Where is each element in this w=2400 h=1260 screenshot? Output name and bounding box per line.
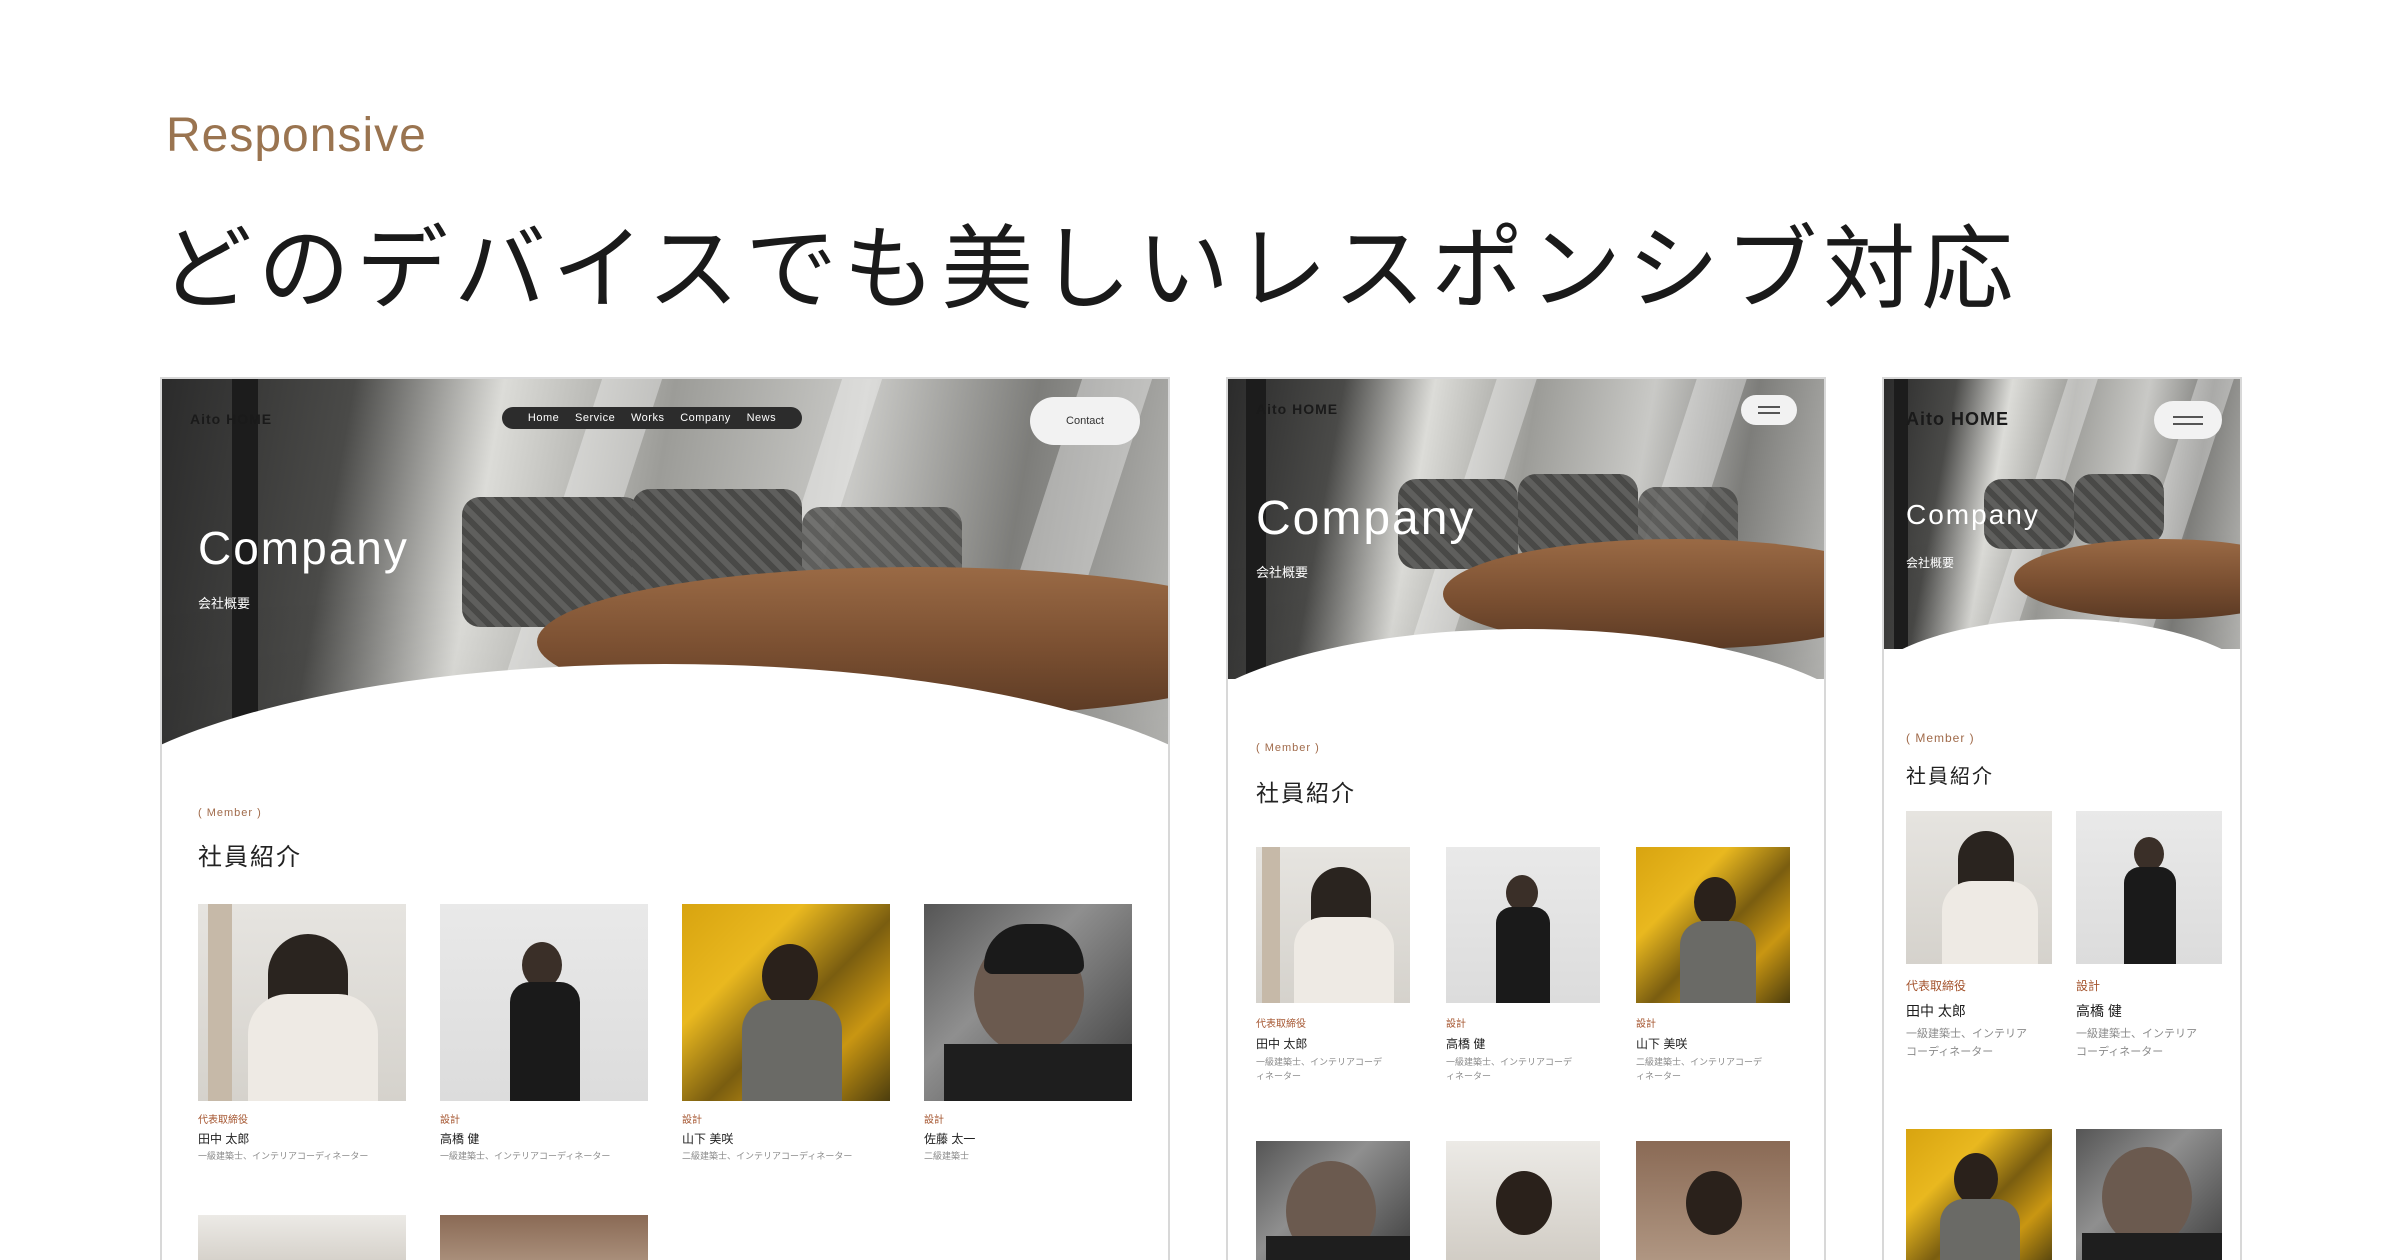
member-photo — [682, 904, 890, 1101]
member-card[interactable] — [1906, 1129, 2052, 1260]
member-role: 代表取締役 — [198, 1115, 248, 1126]
member-card[interactable]: 設計 高橋 健 一級建築士、インテリアコーディネーター — [440, 904, 648, 1174]
member-name: 佐藤 太一 — [924, 1132, 976, 1146]
hero-subtitle: 会社概要 — [1906, 556, 1955, 570]
nav-news[interactable]: News — [747, 412, 777, 424]
member-photo — [924, 904, 1132, 1101]
member-photo — [1446, 847, 1600, 1003]
member-card[interactable] — [1256, 1141, 1410, 1260]
member-name: 高橋 健 — [1446, 1037, 1486, 1051]
member-photo — [198, 1215, 406, 1260]
hero-title: Company — [1256, 492, 1476, 545]
member-name: 高橋 健 — [440, 1132, 480, 1146]
member-photo — [1256, 1141, 1410, 1260]
member-desc: コーディネーター — [1906, 1046, 1994, 1058]
member-photo — [1636, 1141, 1790, 1260]
member-card[interactable] — [440, 1215, 648, 1260]
member-card[interactable] — [1446, 1141, 1600, 1260]
site-logo[interactable]: Aito HOME — [190, 411, 272, 427]
hero-subtitle: 会社概要 — [1256, 565, 1309, 580]
contact-button[interactable]: Contact — [1030, 397, 1140, 445]
member-photo — [1906, 1129, 2052, 1260]
member-role: 設計 — [924, 1115, 944, 1126]
member-role: 設計 — [682, 1115, 702, 1126]
desktop-mockup: Aito HOME Home Service Works Company New… — [160, 377, 1170, 1260]
member-desc: 一級建築士、インテリアコーディネーター — [198, 1151, 369, 1161]
member-card[interactable]: 設計 山下 美咲 二級建築士、インテリアコーディネーター — [682, 904, 890, 1174]
menu-icon — [2173, 423, 2203, 425]
member-role: 設計 — [2076, 979, 2101, 993]
member-desc: ィネーター — [1256, 1071, 1302, 1081]
member-role: 設計 — [440, 1115, 460, 1126]
member-desc: 一級建築士、インテリアコーディネーター — [440, 1151, 611, 1161]
nav-pill: Home Service Works Company News — [502, 407, 802, 429]
member-photo — [1906, 811, 2052, 964]
site-logo[interactable]: Aito HOME — [1256, 401, 1338, 417]
nav-service[interactable]: Service — [575, 412, 615, 424]
member-role: 設計 — [1636, 1019, 1656, 1030]
hero-subtitle: 会社概要 — [198, 596, 251, 611]
member-photo — [1446, 1141, 1600, 1260]
site-logo[interactable]: Aito HOME — [1906, 409, 2009, 430]
eyebrow-label: Responsive — [166, 109, 427, 162]
member-photo — [198, 904, 406, 1101]
member-photo — [440, 904, 648, 1101]
member-name: 山下 美咲 — [682, 1132, 734, 1146]
nav-home[interactable]: Home — [528, 412, 559, 424]
member-card[interactable]: 設計 佐藤 太一 二級建築士 — [924, 904, 1132, 1174]
member-name: 田中 太郎 — [1906, 1003, 1966, 1019]
member-desc: コーディネーター — [2076, 1046, 2164, 1058]
section-title: 社員紹介 — [1256, 781, 1356, 807]
member-photo — [1256, 847, 1410, 1003]
member-desc: 一級建築士、インテリア — [2076, 1028, 2197, 1040]
member-card[interactable] — [198, 1215, 406, 1260]
member-name: 山下 美咲 — [1636, 1037, 1688, 1051]
member-photo — [1636, 847, 1790, 1003]
tablet-mockup: Aito HOME Company 会社概要 ( Member ) 社員紹介 代… — [1226, 377, 1826, 1260]
member-card[interactable] — [2076, 1129, 2222, 1260]
section-label: ( Member ) — [1906, 731, 1975, 745]
member-name: 田中 太郎 — [198, 1132, 250, 1146]
member-desc: 二級建築士、インテリアコーディネーター — [682, 1151, 853, 1161]
member-desc: ィネーター — [1446, 1071, 1492, 1081]
member-photo — [2076, 1129, 2222, 1260]
member-photo — [440, 1215, 648, 1260]
member-desc: 二級建築士 — [924, 1151, 970, 1161]
member-card[interactable]: 代表取締役 田中 太郎 一級建築士、インテリアコーデ ィネーター — [1256, 847, 1410, 1097]
member-role: 設計 — [1446, 1019, 1466, 1030]
menu-icon — [1758, 406, 1780, 408]
nav-works[interactable]: Works — [631, 412, 664, 424]
member-desc: 一級建築士、インテリアコーデ — [1256, 1057, 1383, 1067]
menu-button[interactable] — [2154, 401, 2222, 439]
hero-title: Company — [198, 522, 409, 574]
section-title: 社員紹介 — [198, 843, 302, 871]
member-role: 代表取締役 — [1256, 1019, 1306, 1030]
member-card[interactable]: 設計 高橋 健 一級建築士、インテリア コーディネーター — [2076, 811, 2222, 1071]
menu-button[interactable] — [1741, 395, 1797, 425]
member-desc: ィネーター — [1636, 1071, 1682, 1081]
mobile-mockup: Aito HOME Company 会社概要 ( Member ) 社員紹介 代… — [1882, 377, 2242, 1260]
member-card[interactable]: 代表取締役 田中 太郎 一級建築士、インテリア コーディネーター — [1906, 811, 2052, 1071]
member-desc: 一級建築士、インテリア — [1906, 1028, 2027, 1040]
section-label: ( Member ) — [198, 807, 262, 819]
menu-icon — [2173, 416, 2203, 418]
member-role: 代表取締役 — [1906, 979, 1967, 993]
page-headline: どのデバイスでも美しいレスポンシブ対応 — [160, 216, 2020, 323]
section-label: ( Member ) — [1256, 742, 1320, 754]
member-card[interactable]: 設計 山下 美咲 二級建築士、インテリアコーデ ィネーター — [1636, 847, 1790, 1097]
member-card[interactable]: 設計 高橋 健 一級建築士、インテリアコーデ ィネーター — [1446, 847, 1600, 1097]
member-card[interactable] — [1636, 1141, 1790, 1260]
menu-icon — [1758, 412, 1780, 414]
member-card[interactable]: 代表取締役 田中 太郎 一級建築士、インテリアコーディネーター — [198, 904, 406, 1174]
hero-title: Company — [1906, 499, 2040, 530]
member-name: 田中 太郎 — [1256, 1037, 1308, 1051]
nav-company[interactable]: Company — [680, 412, 731, 424]
member-name: 高橋 健 — [2076, 1003, 2122, 1019]
section-title: 社員紹介 — [1906, 764, 1994, 788]
member-photo — [2076, 811, 2222, 964]
member-desc: 二級建築士、インテリアコーデ — [1636, 1057, 1763, 1067]
member-desc: 一級建築士、インテリアコーデ — [1446, 1057, 1573, 1067]
